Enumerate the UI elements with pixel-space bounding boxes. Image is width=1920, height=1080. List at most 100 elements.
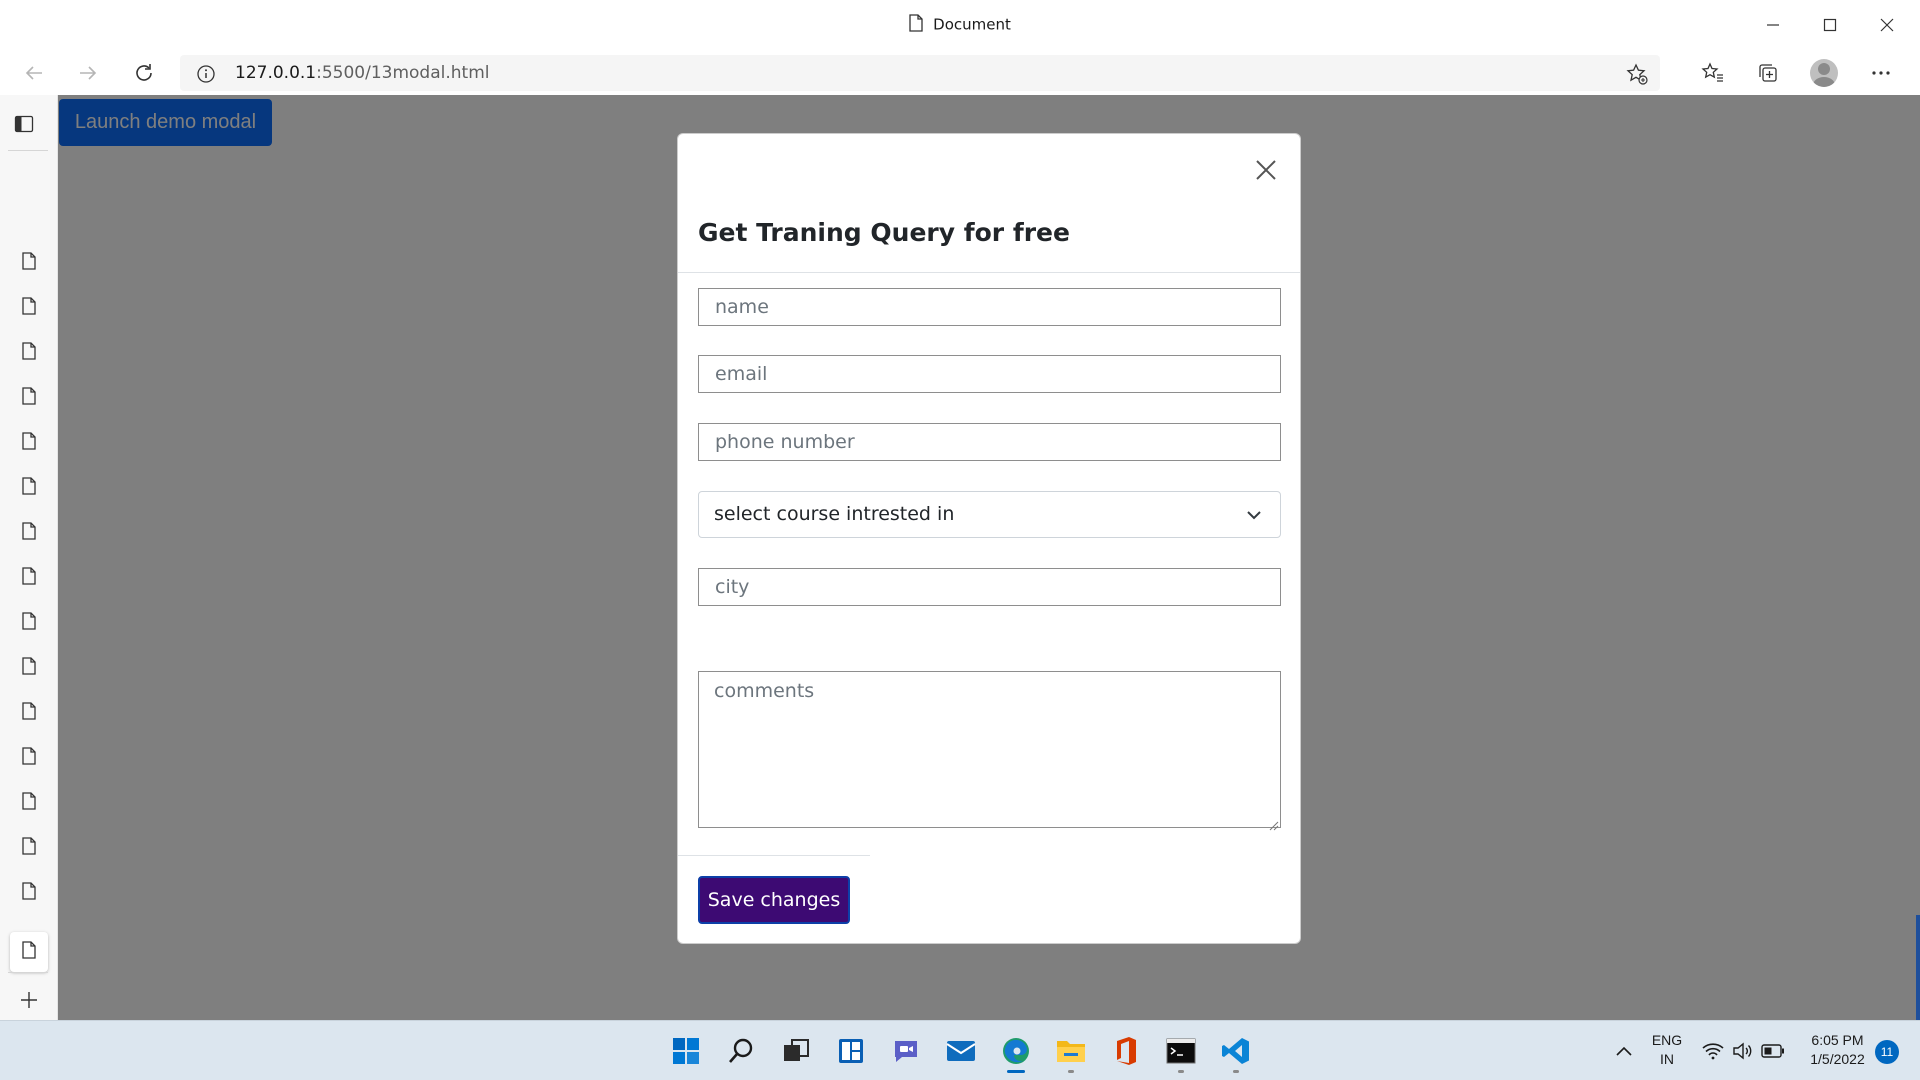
running-app-indicator — [1068, 1070, 1074, 1073]
forward-button[interactable] — [70, 56, 106, 90]
chevron-down-icon — [1246, 507, 1262, 527]
url-path: :5500/13modal.html — [316, 63, 490, 83]
phone-number-input[interactable] — [698, 423, 1281, 461]
plus-icon — [21, 992, 37, 1008]
page-icon — [22, 342, 36, 364]
task-view-icon — [784, 1039, 809, 1061]
tab-separator — [8, 150, 48, 151]
vertical-tab[interactable] — [14, 293, 44, 323]
close-window-button[interactable] — [1862, 10, 1912, 40]
email-input[interactable] — [698, 355, 1281, 393]
vertical-tab[interactable] — [14, 563, 44, 593]
page-icon — [22, 612, 36, 634]
window-title: Document — [0, 14, 1920, 36]
window-titlebar: Document — [0, 0, 1920, 50]
terminal-button[interactable] — [1161, 1031, 1201, 1073]
minimize-button[interactable] — [1748, 10, 1798, 40]
vertical-tab[interactable] — [14, 878, 44, 908]
refresh-icon — [136, 64, 152, 81]
url-text[interactable]: 127.0.0.1:5500/13modal.html — [235, 63, 489, 83]
arrow-left-icon — [25, 66, 42, 80]
document-icon — [909, 14, 923, 36]
start-button[interactable] — [666, 1031, 706, 1071]
task-view-button[interactable] — [776, 1031, 816, 1071]
search-icon — [729, 1038, 753, 1063]
page-icon — [22, 522, 36, 544]
vertical-tab[interactable] — [14, 248, 44, 278]
modal-title: Get Traning Query for free — [698, 218, 1070, 247]
vertical-tab[interactable] — [14, 788, 44, 818]
back-button[interactable] — [16, 56, 52, 90]
page-icon — [22, 882, 36, 904]
page-icon — [22, 747, 36, 769]
refresh-button[interactable] — [126, 56, 162, 90]
vertical-tab[interactable] — [14, 383, 44, 413]
maximize-icon — [1823, 18, 1837, 32]
windows-logo-icon — [673, 1038, 699, 1064]
resize-grip-icon[interactable] — [1269, 816, 1279, 835]
search-button[interactable] — [721, 1031, 761, 1071]
vertical-tab[interactable] — [14, 518, 44, 548]
settings-menu-button[interactable] — [1861, 56, 1901, 90]
widgets-button[interactable] — [831, 1031, 871, 1071]
battery-icon — [1761, 1044, 1784, 1058]
active-app-indicator — [1007, 1070, 1025, 1073]
info-icon[interactable] — [196, 64, 216, 88]
clock[interactable]: 6:05 PM 1/5/2022 — [1800, 1031, 1875, 1069]
page-icon — [22, 792, 36, 814]
mail-button[interactable] — [941, 1031, 981, 1071]
vertical-tab[interactable] — [14, 698, 44, 728]
course-select[interactable]: select course intrested in — [698, 491, 1281, 538]
more-dots-icon — [1872, 71, 1890, 75]
modal-footer-divider — [678, 855, 870, 856]
vscode-button[interactable] — [1216, 1031, 1256, 1073]
minimize-icon — [1767, 24, 1779, 26]
teams-chat-button[interactable] — [886, 1031, 926, 1071]
page-icon — [22, 252, 36, 274]
maximize-button[interactable] — [1805, 10, 1855, 40]
favorites-star-list-icon — [1701, 62, 1723, 82]
tab-separator — [8, 972, 48, 973]
vertical-tab[interactable] — [14, 473, 44, 503]
clock-date: 1/5/2022 — [1810, 1051, 1865, 1067]
page-icon — [22, 702, 36, 724]
name-input[interactable] — [698, 288, 1281, 326]
vertical-tab[interactable] — [14, 428, 44, 458]
comments-textarea[interactable] — [698, 671, 1281, 828]
add-favorite-star-icon[interactable] — [1626, 63, 1648, 89]
page-icon — [22, 432, 36, 454]
tab-actions-button[interactable] — [14, 115, 34, 137]
new-tab-button[interactable] — [14, 985, 44, 1015]
widgets-icon — [839, 1039, 863, 1063]
vertical-tab[interactable] — [14, 833, 44, 863]
battery-button[interactable] — [1753, 1031, 1793, 1071]
file-explorer-button[interactable] — [1051, 1031, 1091, 1073]
language-indicator[interactable]: ENG IN — [1647, 1031, 1687, 1069]
city-input[interactable] — [698, 568, 1281, 606]
show-hidden-icons-button[interactable] — [1604, 1031, 1644, 1071]
office-icon — [1117, 1037, 1136, 1065]
address-bar[interactable]: 127.0.0.1:5500/13modal.html — [180, 55, 1660, 91]
vertical-tab[interactable] — [14, 743, 44, 773]
favorites-button[interactable] — [1693, 56, 1733, 90]
profile-button[interactable] — [1804, 56, 1844, 90]
clock-time: 6:05 PM — [1811, 1032, 1864, 1048]
avatar — [1810, 59, 1838, 87]
office-button[interactable] — [1106, 1031, 1146, 1071]
vertical-tab[interactable] — [14, 608, 44, 638]
modal-dialog: Get Traning Query for free select course… — [677, 133, 1301, 944]
notification-badge[interactable]: 11 — [1875, 1040, 1899, 1064]
running-app-indicator — [1233, 1070, 1239, 1073]
modal-close-button[interactable] — [1250, 154, 1282, 186]
edge-browser-button[interactable] — [996, 1031, 1036, 1073]
vertical-tab[interactable] — [14, 338, 44, 368]
save-changes-button[interactable]: Save changes — [698, 876, 850, 924]
wifi-icon — [1702, 1043, 1724, 1060]
page-icon — [22, 941, 36, 963]
language-code: ENG — [1651, 1032, 1683, 1048]
page-icon — [22, 837, 36, 859]
vertical-tab[interactable] — [14, 653, 44, 683]
collections-icon — [1759, 64, 1777, 82]
vertical-tab-active[interactable] — [10, 932, 48, 972]
collections-button[interactable] — [1748, 56, 1788, 90]
